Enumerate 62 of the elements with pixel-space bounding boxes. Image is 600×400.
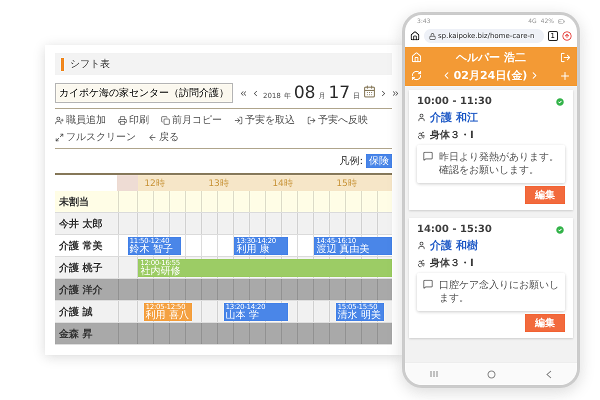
add-staff-icon: [55, 116, 64, 124]
back-icon: [148, 132, 157, 142]
staff-name: 今井 太郎: [55, 213, 117, 235]
update-icon[interactable]: [562, 31, 572, 41]
person-icon: [417, 241, 426, 250]
back-button[interactable]: 戻る: [148, 130, 179, 144]
fullscreen-button[interactable]: フルスクリーン: [55, 130, 136, 144]
hour-label: 14時: [266, 175, 330, 191]
add-staff-button[interactable]: 職員追加: [55, 113, 106, 127]
back-icon[interactable]: [546, 370, 552, 378]
comment-icon: [423, 279, 433, 289]
staff-name: 未割当: [55, 191, 117, 213]
helper-name: ヘルパー 浩二: [456, 50, 526, 65]
page-title: シフト表: [70, 58, 110, 71]
legend-tag: 保険: [366, 154, 392, 168]
print-icon: [118, 116, 127, 124]
hour-label: 12時: [138, 175, 202, 191]
staff-name: 介護 誠: [55, 301, 117, 323]
service-type: 身体３・I: [430, 128, 474, 142]
edit-button[interactable]: 編集: [525, 186, 565, 204]
export-button[interactable]: 予実へ反映: [307, 113, 368, 127]
month: 08: [294, 83, 316, 103]
comment-icon: [423, 151, 433, 161]
person-icon: [417, 113, 426, 122]
fullscreen-icon: [55, 132, 64, 142]
last-icon[interactable]: [391, 89, 400, 98]
import-button[interactable]: 予実を取込: [234, 113, 295, 127]
home-circle-icon[interactable]: [487, 370, 496, 378]
battery-icon: [558, 18, 565, 25]
office-select[interactable]: カイポケ海の家センター（訪問介護）: [55, 83, 233, 103]
edit-button[interactable]: 編集: [525, 314, 565, 332]
add-icon[interactable]: [558, 70, 571, 82]
visit-time: 10:00 - 11:30: [417, 96, 492, 107]
staff-name: 介護 桃子: [55, 257, 117, 279]
wheelchair-icon: [417, 258, 426, 268]
home-icon[interactable]: [410, 31, 420, 41]
service-type: 身体３・I: [430, 256, 474, 270]
first-icon[interactable]: [239, 89, 248, 98]
header-date: 02月24日(金): [454, 68, 528, 83]
previous-icon[interactable]: [251, 89, 260, 98]
accent-bar: [61, 58, 64, 70]
client-name[interactable]: 介護 和江: [430, 110, 478, 125]
export-icon: [307, 116, 316, 124]
note-text: 口腔ケア念入りにお願いします。: [439, 279, 559, 305]
calendar-icon[interactable]: [363, 85, 376, 98]
legend-label: 凡例:: [340, 155, 363, 168]
staff-name: 金森 昇: [55, 323, 117, 345]
hour-label: 15時: [330, 175, 392, 191]
wheelchair-icon: [417, 130, 426, 140]
hour-label: 13時: [202, 175, 266, 191]
note-text: 昨日より発熱があります。確認をお願いします。: [439, 151, 559, 177]
day: 17: [328, 83, 350, 103]
visit-time: 14:00 - 15:30: [417, 224, 492, 235]
import-icon: [234, 116, 243, 124]
copy-button[interactable]: 前月コピー: [161, 113, 222, 127]
staff-name: 介護 洋介: [55, 279, 117, 301]
logout-icon[interactable]: [560, 52, 571, 63]
client-name[interactable]: 介護 和樹: [430, 238, 478, 253]
refresh-icon[interactable]: [411, 70, 422, 81]
copy-icon: [161, 116, 170, 124]
recent-apps-icon[interactable]: [430, 370, 438, 378]
print-button[interactable]: 印刷: [118, 113, 149, 127]
